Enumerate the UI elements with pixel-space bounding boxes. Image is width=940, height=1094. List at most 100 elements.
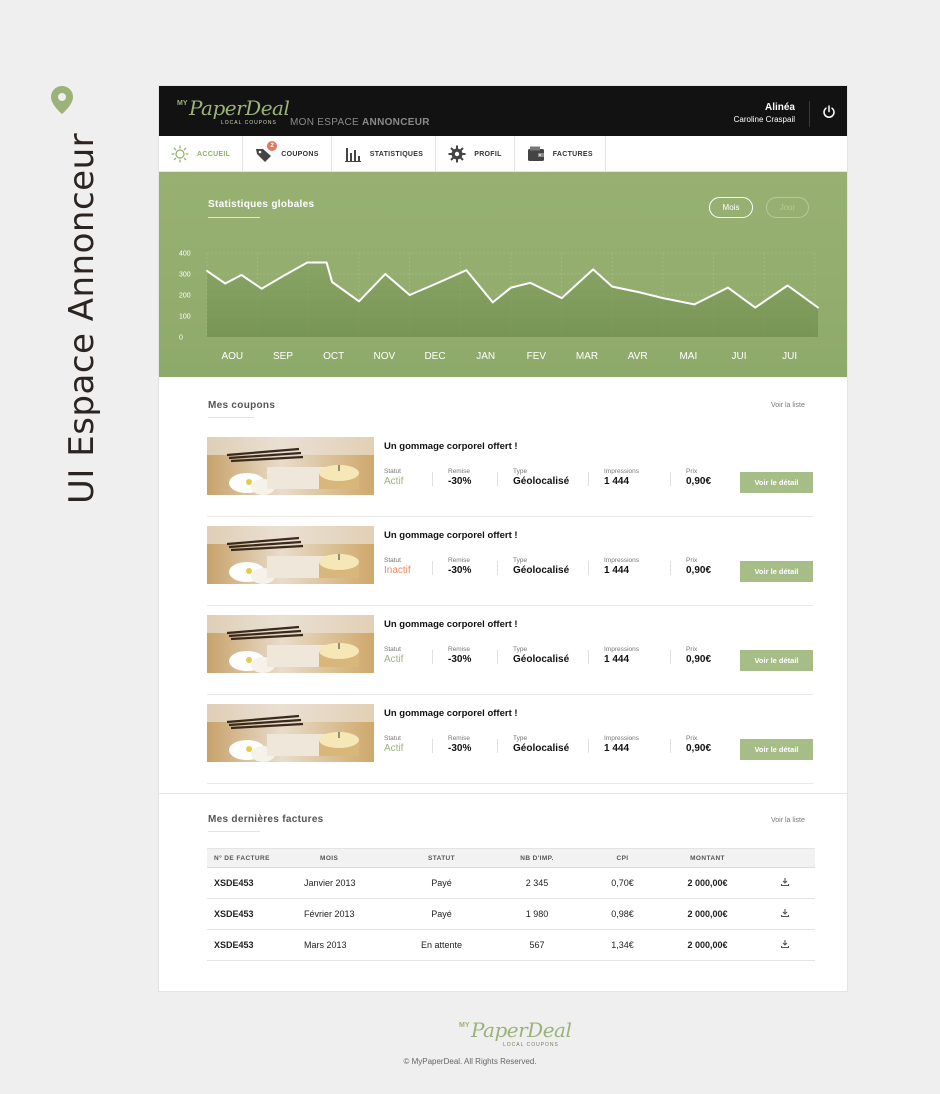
invoice-cpi: 1,34€ [585, 929, 660, 961]
bar-chart-icon [344, 148, 361, 162]
map-pin-icon [51, 86, 73, 114]
discount-label: Remise [448, 735, 471, 742]
price-value: 0,90€ [686, 565, 712, 576]
chart-y-tick: 200 [179, 293, 191, 300]
coupon-status: Statut Inactif [384, 557, 411, 576]
download-icon[interactable] [780, 877, 790, 887]
chart-point [529, 281, 532, 284]
chart-point [726, 286, 729, 289]
chart-point [224, 282, 227, 285]
chart-point [384, 273, 387, 275]
nav-label: ACCUEIL [197, 150, 231, 158]
coupons-badge: 2 [267, 141, 278, 151]
download-icon[interactable] [780, 908, 790, 918]
nav-item-profil[interactable]: PROFIL [436, 136, 515, 172]
chart-point [260, 287, 263, 290]
status-value: Inactif [384, 565, 411, 576]
coupon-thumbnail [207, 704, 374, 762]
invoice-status: En attente [394, 929, 489, 961]
wallet-icon [527, 146, 544, 161]
page-title-bold: ANNONCEUR [362, 117, 430, 128]
coupon-status: Statut Actif [384, 468, 403, 487]
coupon-title: Un gommage corporel offert ! [384, 619, 518, 630]
chart-y-tick: 0 [179, 335, 183, 342]
coupons-view-all-link[interactable]: Voir la liste [771, 402, 805, 409]
invoice-impressions: 1 980 [489, 898, 585, 930]
nav-item-factures[interactable]: FACTURES [515, 136, 606, 172]
coupon-impressions: Impressions 1 444 [604, 557, 639, 576]
chart-x-tick: JAN [476, 351, 495, 362]
nav-item-coupons[interactable]: 2 COUPONS [243, 136, 332, 172]
impressions-label: Impressions [604, 646, 640, 653]
coupon-discount: Remise -30% [448, 646, 471, 665]
coupon-type: Type Géolocalisé [513, 735, 569, 754]
nav-item-statistiques[interactable]: STATISTIQUES [332, 136, 437, 172]
dashboard-panel: MY PaperDeal LOCAL COUPONS MON ESPACE AN… [159, 86, 847, 991]
chart-point [636, 290, 639, 293]
toggle-day-button[interactable]: Jour [766, 197, 809, 218]
invoice-impressions: 567 [489, 929, 585, 961]
discount-value: -30% [448, 654, 472, 665]
coupon-status: Statut Actif [384, 735, 403, 754]
invoices-view-all-link[interactable]: Voir la liste [771, 817, 805, 824]
sun-icon [171, 145, 189, 163]
invoice-status: Payé [394, 898, 489, 930]
col-header-amount: MONTANT [660, 848, 755, 868]
invoice-amount: 2 000,00€ [660, 898, 755, 930]
nav-label: COUPONS [281, 150, 319, 158]
price-value: 0,90€ [686, 743, 712, 754]
coupon-card: Un gommage corporel offert ! Statut Actif R… [207, 695, 813, 784]
status-label: Statut [384, 646, 401, 653]
chart-point [662, 297, 664, 300]
status-value: Actif [384, 743, 404, 754]
coupon-card: Un gommage corporel offert ! Statut Actif R… [207, 606, 813, 695]
footer-logo-name: PaperDeal [471, 1018, 572, 1042]
coupon-card: Un gommage corporel offert ! Statut Actif R… [207, 428, 813, 517]
power-icon[interactable] [822, 105, 836, 119]
chart-x-tick: SEP [273, 351, 293, 362]
footer-logo-tagline: LOCAL COUPONS [503, 1042, 559, 1048]
stats-title: Statistiques globales [208, 199, 315, 210]
footer-logo[interactable]: MY PaperDeal LOCAL COUPONS [459, 1018, 572, 1049]
view-detail-button[interactable]: Voir le détail [740, 472, 813, 493]
coupon-discount: Remise -30% [448, 735, 471, 754]
chart-point [331, 281, 334, 283]
divider [432, 561, 433, 575]
top-bar: MY PaperDeal LOCAL COUPONS MON ESPACE AN… [159, 86, 847, 136]
nav-label: PROFIL [474, 150, 502, 158]
copyright: © MyPaperDeal. All Rights Reserved. [403, 1057, 537, 1066]
side-label: UI Espace Annonceur [38, 86, 102, 506]
impressions-value: 1 444 [604, 743, 630, 754]
chart-x-tick: DEC [424, 351, 445, 362]
coupon-discount: Remise -30% [448, 468, 471, 487]
coupon-type: Type Géolocalisé [513, 468, 569, 487]
type-value: Géolocalisé [513, 565, 570, 576]
page-title-prefix: MON ESPACE [290, 117, 359, 128]
coupon-type: Type Géolocalisé [513, 557, 569, 576]
invoice-month: Février 2013 [304, 898, 394, 930]
stats-chart: 0 100 200 300 400 AOU SEP OCT NOV DEC JAN FEV MAR AVR… [179, 251, 819, 362]
view-detail-button[interactable]: Voir le détail [740, 561, 813, 582]
nav-item-accueil[interactable]: ACCUEIL [159, 136, 244, 172]
download-icon[interactable] [780, 939, 790, 949]
view-detail-button[interactable]: Voir le détail [740, 650, 813, 671]
status-value: Actif [384, 654, 404, 665]
coupon-impressions: Impressions 1 444 [604, 468, 639, 487]
invoice-month: Janvier 2013 [304, 867, 394, 899]
chart-point [325, 261, 328, 264]
toggle-month-button[interactable]: Mois [709, 197, 753, 218]
coupon-thumbnail [207, 526, 374, 584]
user-info[interactable]: Alinéa Caroline Craspail [734, 102, 795, 124]
chart-point [592, 268, 594, 271]
view-detail-button[interactable]: Voir le détail [740, 739, 813, 760]
chart-point [358, 300, 360, 303]
chart-point [491, 301, 494, 304]
chart-y-tick: 400 [179, 251, 191, 258]
price-label: Prix [686, 735, 698, 742]
discount-label: Remise [448, 468, 471, 475]
status-label: Statut [384, 735, 401, 742]
logo-tagline: LOCAL COUPONS [221, 120, 277, 126]
chart-point [206, 269, 208, 272]
chart-area [207, 262, 818, 337]
invoice-number: XSDE453 [207, 898, 304, 930]
